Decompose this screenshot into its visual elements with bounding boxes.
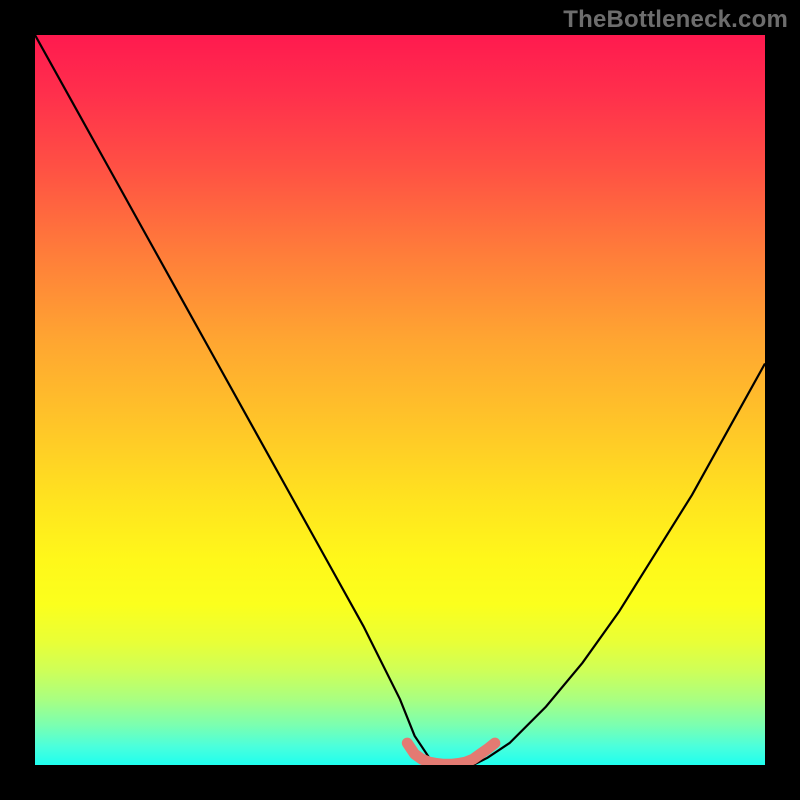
chart-frame: TheBottleneck.com [0, 0, 800, 800]
bottleneck-curve [35, 35, 765, 765]
watermark-text: TheBottleneck.com [563, 6, 788, 34]
plot-area [35, 35, 765, 765]
curve-line [35, 35, 765, 765]
